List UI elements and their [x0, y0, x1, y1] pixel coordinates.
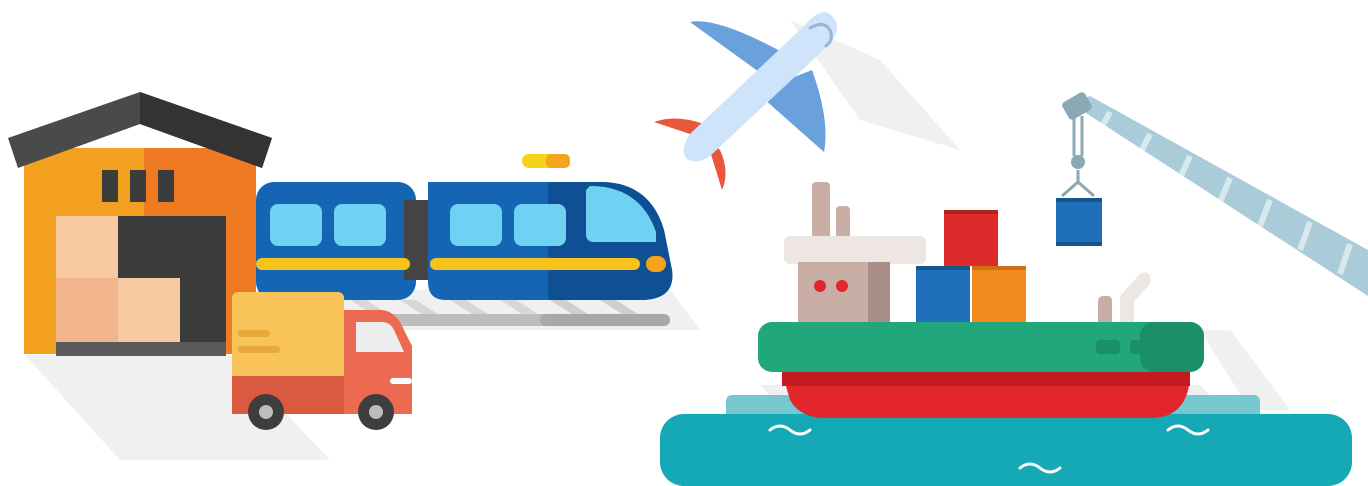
ship-bridge-roof	[784, 236, 926, 264]
train-stripe	[430, 258, 640, 270]
train-window	[334, 204, 386, 246]
container-red	[944, 210, 998, 266]
harbor-crane-icon	[1056, 92, 1368, 296]
ship-mast	[1120, 272, 1151, 322]
train-headlight	[646, 256, 666, 272]
train-windshield	[586, 186, 656, 242]
cargo-ship-icon	[758, 182, 1204, 418]
train-window	[450, 204, 502, 246]
train-window	[514, 204, 566, 246]
container-orange	[972, 266, 1026, 322]
train-window	[270, 204, 322, 246]
hanging-container	[1056, 198, 1102, 246]
airplane-icon	[654, 12, 838, 190]
ship-cabin	[798, 262, 868, 326]
delivery-truck-icon	[232, 292, 412, 430]
logistics-illustration	[0, 0, 1368, 486]
train-stripe	[256, 258, 410, 270]
container-blue	[916, 266, 970, 322]
illustration-canvas	[8, 12, 1368, 486]
ship-chimney	[812, 182, 830, 242]
